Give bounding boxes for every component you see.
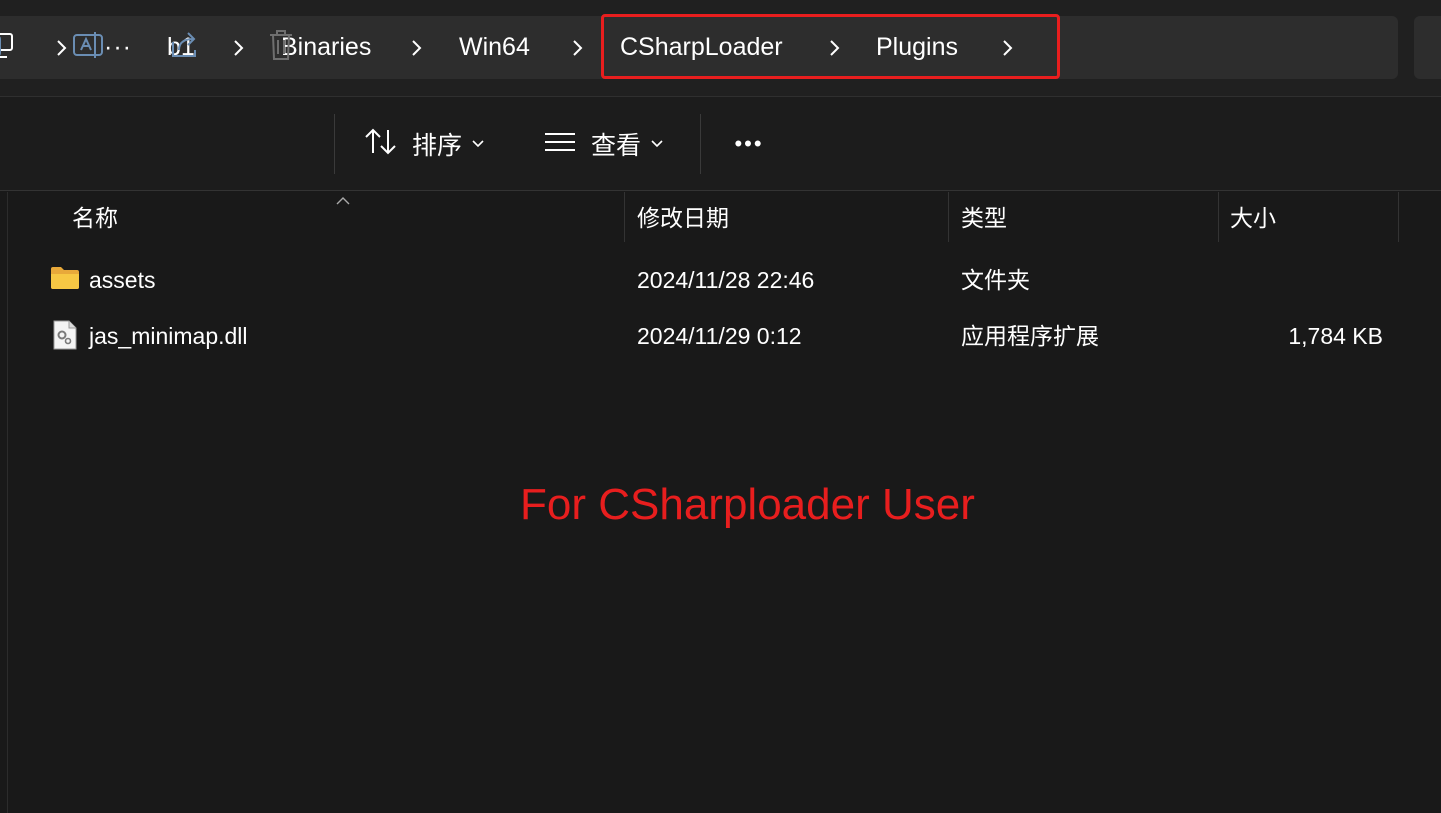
file-name: assets [89, 267, 156, 293]
more-button[interactable]: ••• [724, 97, 774, 191]
column-divider[interactable] [624, 192, 625, 242]
folder-icon [50, 266, 80, 295]
more-icon: ••• [734, 131, 764, 156]
view-list-icon [543, 130, 577, 159]
file-type: 文件夹 [961, 267, 1030, 293]
chevron-down-icon [472, 135, 484, 153]
dll-file-icon [53, 320, 77, 355]
navigation-pane-edge[interactable] [0, 192, 8, 813]
view-label: 查看 [591, 132, 642, 160]
share-button[interactable] [160, 0, 210, 94]
chevron-down-icon [651, 135, 663, 153]
toolbar-separator [700, 114, 701, 174]
column-divider[interactable] [1218, 192, 1219, 242]
chevron-right-icon[interactable] [228, 16, 248, 79]
rename-icon [72, 30, 106, 65]
breadcrumb-item-win64[interactable]: Win64 [459, 16, 530, 79]
trash-icon [267, 29, 295, 66]
rename-button[interactable] [64, 0, 114, 94]
search-box[interactable] [1414, 16, 1441, 79]
column-divider[interactable] [1398, 192, 1399, 242]
file-name: jas_minimap.dll [89, 323, 248, 349]
column-header-modified[interactable]: 修改日期 [637, 192, 729, 244]
delete-button[interactable] [256, 0, 306, 94]
chevron-right-icon[interactable] [406, 16, 426, 79]
file-modified: 2024/11/29 0:12 [637, 323, 802, 349]
file-row[interactable]: jas_minimap.dll 2024/11/29 0:12 应用程序扩展 1… [16, 310, 1396, 362]
column-divider[interactable] [948, 192, 949, 242]
file-row[interactable]: assets 2024/11/28 22:46 文件夹 [16, 254, 1396, 306]
share-icon [169, 30, 201, 65]
annotation-text: For CSharploader User [520, 480, 975, 529]
view-button[interactable]: 查看 [543, 97, 673, 191]
column-header-name[interactable]: 名称 [72, 192, 118, 244]
highlight-box [601, 14, 1060, 79]
file-modified: 2024/11/28 22:46 [637, 267, 815, 293]
file-type: 应用程序扩展 [961, 323, 1099, 349]
column-header-size[interactable]: 大小 [1230, 192, 1276, 244]
sort-indicator-icon [336, 192, 350, 210]
toolbar-separator [334, 114, 335, 174]
copy-button[interactable] [0, 0, 12, 94]
sort-icon [364, 127, 398, 162]
command-bar [0, 97, 1441, 191]
file-size: 1,784 KB [1288, 323, 1383, 349]
sort-button[interactable]: 排序 [364, 97, 494, 191]
copy-icon [0, 30, 10, 65]
column-header-type[interactable]: 类型 [961, 192, 1007, 244]
sort-label: 排序 [412, 132, 463, 160]
chevron-right-icon[interactable] [567, 16, 587, 79]
